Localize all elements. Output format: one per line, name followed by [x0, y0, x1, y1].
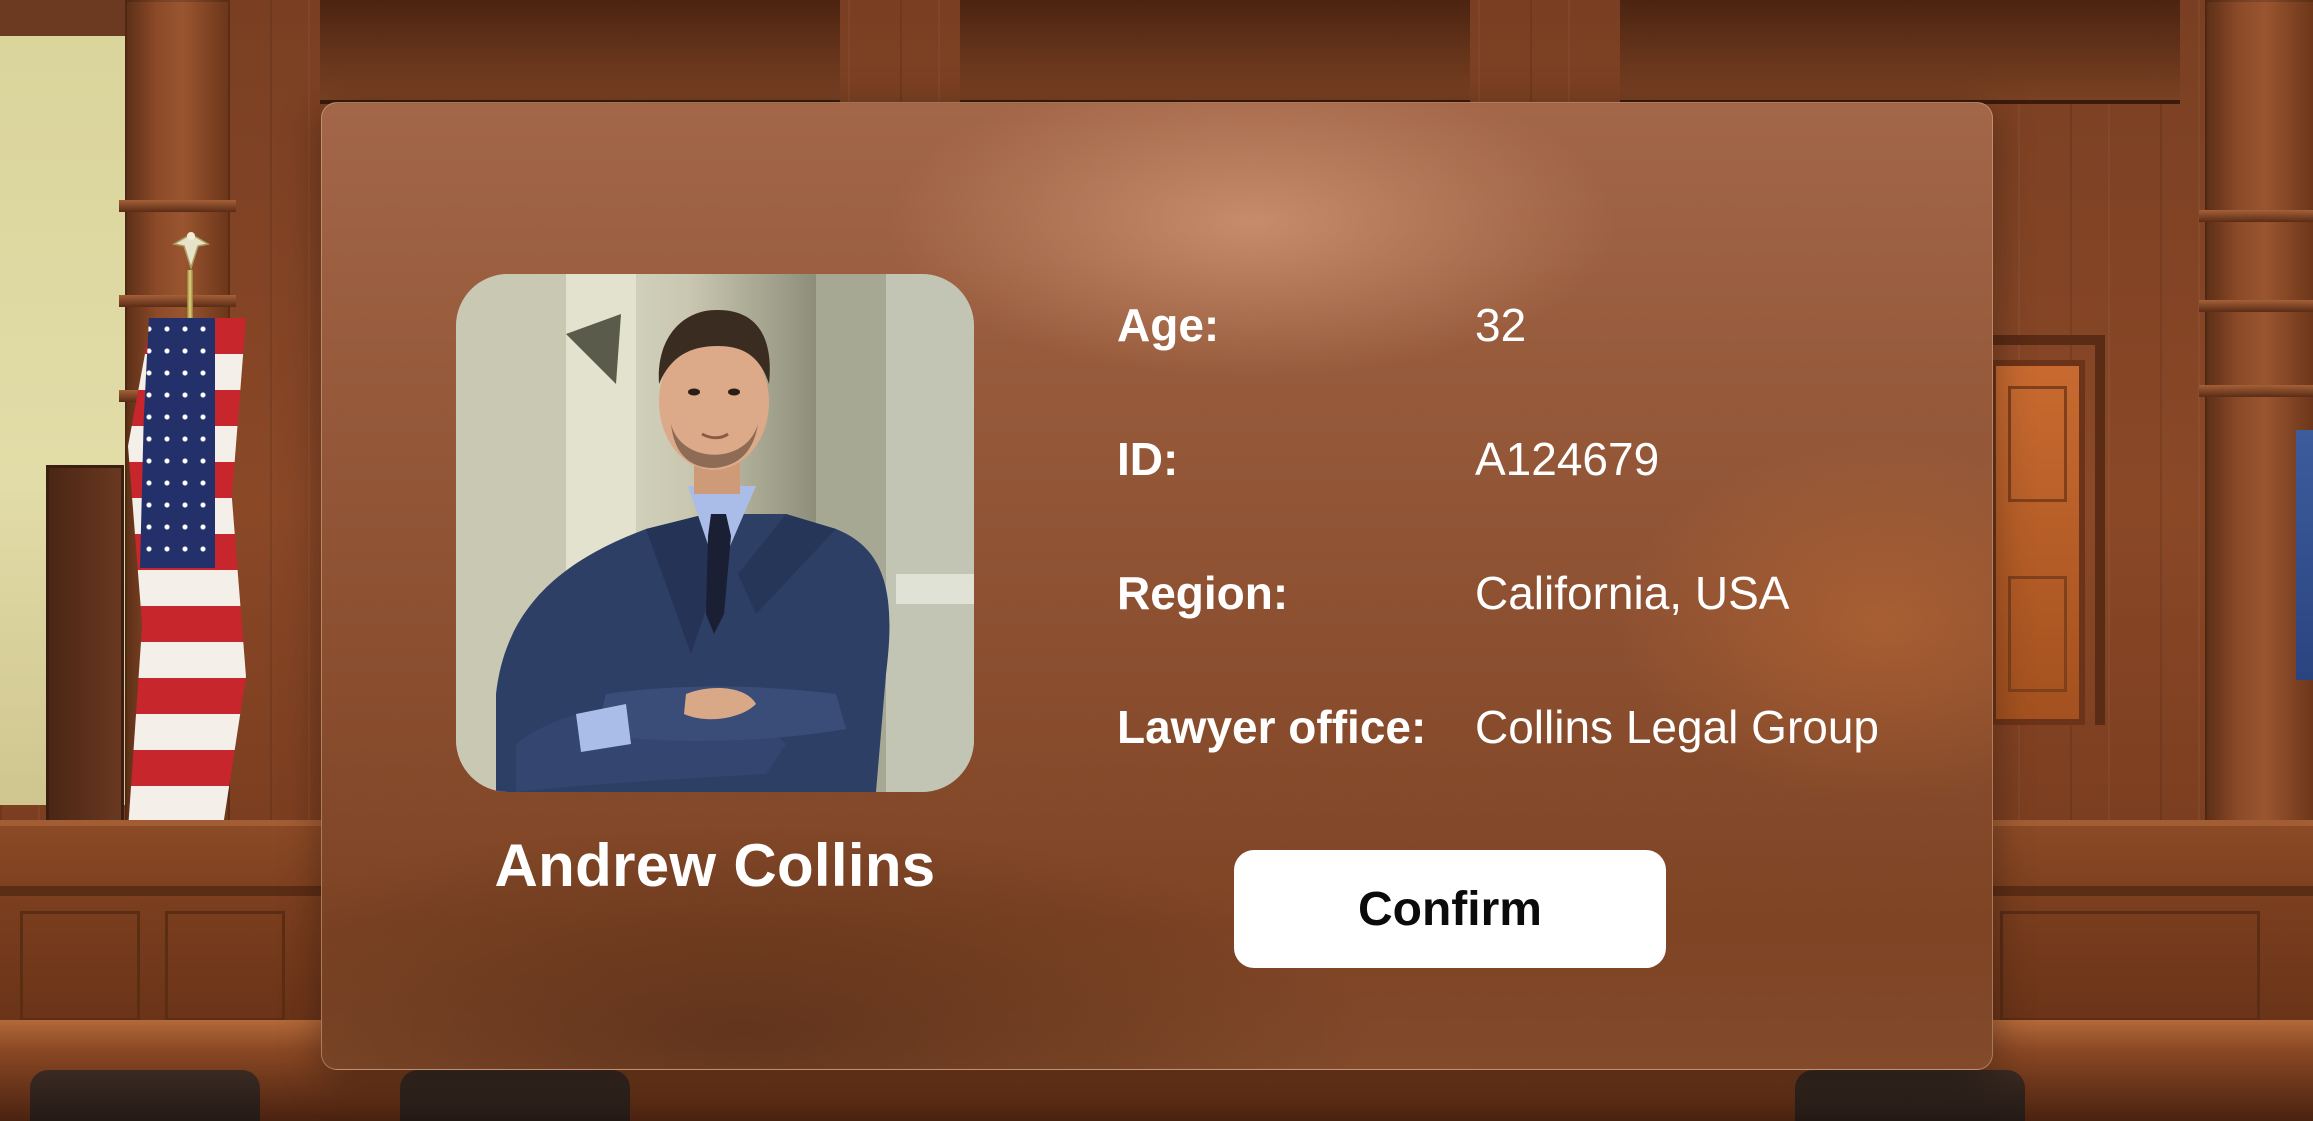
- confirm-button[interactable]: Confirm: [1234, 850, 1666, 968]
- background-chair: [30, 1070, 260, 1121]
- profile-card: Andrew Collins Age: 32 ID: A124679 Regio…: [321, 102, 1993, 1070]
- background-door-right: [1990, 360, 2085, 725]
- background-chair: [400, 1070, 630, 1121]
- background-chair: [1795, 1070, 2025, 1121]
- detail-row-region: Region: California, USA: [1117, 566, 1977, 646]
- profile-name: Andrew Collins: [494, 832, 936, 899]
- background-wall-panel: [320, 0, 840, 104]
- detail-value-lawyer-office: Collins Legal Group: [1475, 701, 1880, 753]
- background-wall-panel: [1620, 0, 2180, 104]
- detail-label-region: Region:: [1117, 567, 1289, 619]
- detail-label-age: Age:: [1117, 299, 1220, 351]
- profile-photo: [456, 274, 974, 792]
- background-wall-panel: [960, 0, 1470, 104]
- background-door-left: [46, 465, 124, 825]
- detail-row-lawyer-office: Lawyer office: Collins Legal Group: [1117, 700, 1977, 780]
- detail-label-id: ID:: [1117, 433, 1179, 485]
- detail-value-id: A124679: [1475, 433, 1660, 485]
- detail-label-lawyer-office: Lawyer office:: [1117, 701, 1427, 753]
- us-flag-canton: [140, 318, 215, 568]
- detail-value-region: California, USA: [1475, 567, 1790, 619]
- detail-row-id: ID: A124679: [1117, 432, 1977, 512]
- state-flag: [2296, 430, 2313, 680]
- eagle-finial-icon: [171, 232, 211, 271]
- background-wall-trim: [0, 0, 125, 36]
- detail-row-age: Age: 32: [1117, 298, 1977, 378]
- person-portrait-icon: [456, 274, 974, 792]
- detail-value-age: 32: [1475, 299, 1527, 351]
